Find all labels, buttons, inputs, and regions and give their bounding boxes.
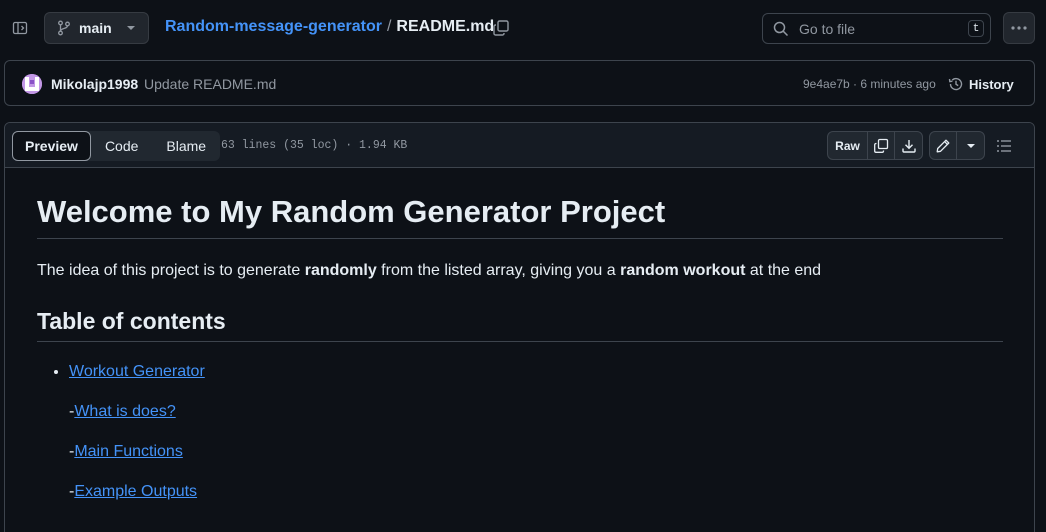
- keyboard-shortcut-hint: t: [968, 20, 984, 37]
- toc-heading: Table of contents: [37, 308, 1003, 343]
- toc-link-example-outputs[interactable]: Example Outputs: [74, 483, 197, 500]
- search-icon: [773, 21, 789, 37]
- toc-subitem: -Main Functions: [69, 440, 1003, 464]
- list-unordered-icon: [996, 139, 1012, 153]
- breadcrumb-file-name: README.md: [396, 18, 495, 35]
- branch-name: main: [79, 20, 112, 36]
- git-branch-icon: [57, 20, 71, 36]
- readme-content: Welcome to My Random Generator Project T…: [37, 193, 1003, 504]
- list-item: Workout Generator -What is does? -Main F…: [69, 360, 1003, 504]
- kebab-horizontal-icon: [1011, 26, 1027, 30]
- history-label: History: [969, 76, 1014, 92]
- intro-bold-random-workout: random workout: [620, 262, 746, 280]
- latest-commit-bar: Mikolajp1998 Update README.md 9e4ae7b · …: [4, 60, 1035, 106]
- outline-button[interactable]: [993, 135, 1015, 157]
- intro-text-3: at the end: [745, 262, 822, 280]
- toc-link-main-functions[interactable]: Main Functions: [74, 443, 183, 460]
- tab-preview[interactable]: Preview: [12, 131, 91, 161]
- edit-actions-group: [929, 131, 985, 160]
- view-mode-tabs: Preview Code Blame: [12, 131, 221, 161]
- breadcrumb-repo-link[interactable]: Random-message-generator: [165, 18, 382, 36]
- copy-raw-button[interactable]: [868, 132, 895, 159]
- commit-hash-time[interactable]: 9e4ae7b · 6 minutes ago: [803, 77, 936, 91]
- breadcrumb: Random-message-generator / README.md: [165, 18, 494, 36]
- commit-message-link[interactable]: Update README.md: [144, 76, 276, 92]
- commit-author-link[interactable]: Mikolajp1998: [51, 76, 138, 92]
- intro-text-2: from the listed array, giving you a: [376, 262, 621, 280]
- go-to-file-search[interactable]: t: [762, 13, 991, 44]
- go-to-file-input[interactable]: [799, 20, 959, 37]
- more-options-button[interactable]: [1003, 12, 1035, 44]
- pencil-icon: [935, 138, 951, 154]
- chevron-down-icon: [126, 25, 136, 31]
- branch-selector-button[interactable]: main: [44, 12, 149, 44]
- tab-code[interactable]: Code: [91, 131, 152, 161]
- intro-bold-randomly: randomly: [304, 262, 377, 280]
- toc-subitem: -What is does?: [69, 400, 1003, 424]
- raw-button[interactable]: Raw: [828, 132, 868, 159]
- toc-link-what-is-does[interactable]: What is does?: [74, 403, 175, 420]
- raw-actions-group: Raw: [827, 131, 923, 160]
- avatar[interactable]: [22, 74, 42, 94]
- history-icon: [948, 76, 964, 92]
- edit-options-dropdown[interactable]: [957, 132, 984, 159]
- file-header: Preview Code Blame 63 lines (35 loc) · 1…: [5, 123, 1034, 168]
- intro-text-1: The idea of this project is to generate: [37, 262, 305, 280]
- chevron-down-icon: [966, 143, 976, 149]
- toc-link-workout-generator[interactable]: Workout Generator: [69, 363, 205, 380]
- toc-list: Workout Generator -What is does? -Main F…: [37, 360, 1003, 504]
- history-button[interactable]: History: [948, 73, 1014, 95]
- edit-file-button[interactable]: [930, 132, 957, 159]
- download-button[interactable]: [895, 132, 922, 159]
- readme-intro: The idea of this project is to generate …: [37, 259, 1003, 283]
- toc-subitem: -Example Outputs: [69, 480, 1003, 504]
- readme-title: Welcome to My Random Generator Project: [37, 193, 1003, 240]
- tab-blame[interactable]: Blame: [152, 131, 220, 161]
- file-stats: 63 lines (35 loc) · 1.94 KB: [221, 139, 408, 152]
- file-top-bar: main Random-message-generator / README.m…: [0, 0, 1046, 56]
- sidebar-toggle-icon[interactable]: [9, 17, 31, 39]
- breadcrumb-separator: /: [386, 18, 392, 35]
- copy-icon[interactable]: [492, 19, 510, 37]
- download-icon: [901, 138, 917, 154]
- copy-icon: [873, 138, 889, 154]
- file-viewer: Preview Code Blame 63 lines (35 loc) · 1…: [4, 122, 1035, 532]
